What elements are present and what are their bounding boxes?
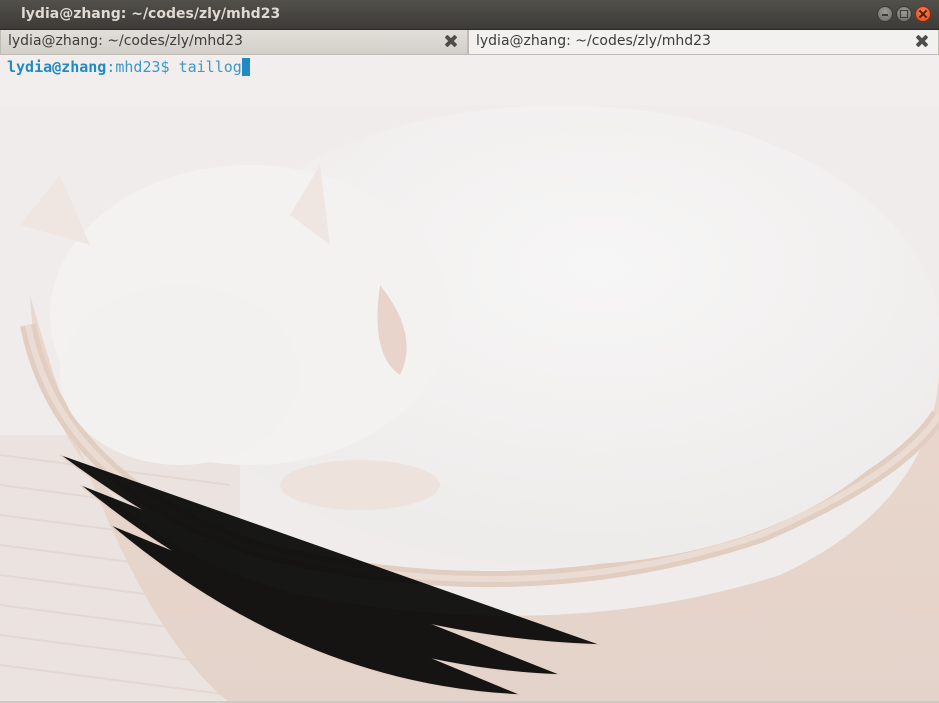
prompt-line[interactable]: lydia@zhang:mhd23$ taillog xyxy=(7,58,250,76)
tab-bar: lydia@zhang: ~/codes/zly/mhd23 lydia@zha… xyxy=(0,30,939,55)
terminal-window: lydia@zhang: ~/codes/zly/mhd23 lydia@zha… xyxy=(0,0,939,703)
text-cursor xyxy=(241,58,250,76)
close-icon[interactable] xyxy=(443,33,459,49)
prompt-user: lydia@zhang xyxy=(7,58,107,76)
window-title: lydia@zhang: ~/codes/zly/mhd23 xyxy=(21,6,281,22)
prompt-directory: mhd23 xyxy=(115,58,161,76)
tab-2[interactable]: lydia@zhang: ~/codes/zly/mhd23 xyxy=(468,30,939,54)
window-controls xyxy=(877,6,931,22)
title-bar[interactable]: lydia@zhang: ~/codes/zly/mhd23 xyxy=(0,0,939,30)
close-window-button[interactable] xyxy=(915,6,931,22)
close-icon[interactable] xyxy=(914,33,930,49)
terminal-area[interactable]: lydia@zhang:mhd23$ taillog xyxy=(0,55,939,703)
prompt-symbol: $ xyxy=(160,58,179,76)
maximize-button[interactable] xyxy=(896,6,912,22)
command-input[interactable]: taillog xyxy=(179,58,242,76)
cat-wallpaper xyxy=(0,55,939,703)
minimize-button[interactable] xyxy=(877,6,893,22)
tab-1[interactable]: lydia@zhang: ~/codes/zly/mhd23 xyxy=(0,30,468,54)
tab-label: lydia@zhang: ~/codes/zly/mhd23 xyxy=(8,33,243,49)
tab-label: lydia@zhang: ~/codes/zly/mhd23 xyxy=(476,33,711,49)
